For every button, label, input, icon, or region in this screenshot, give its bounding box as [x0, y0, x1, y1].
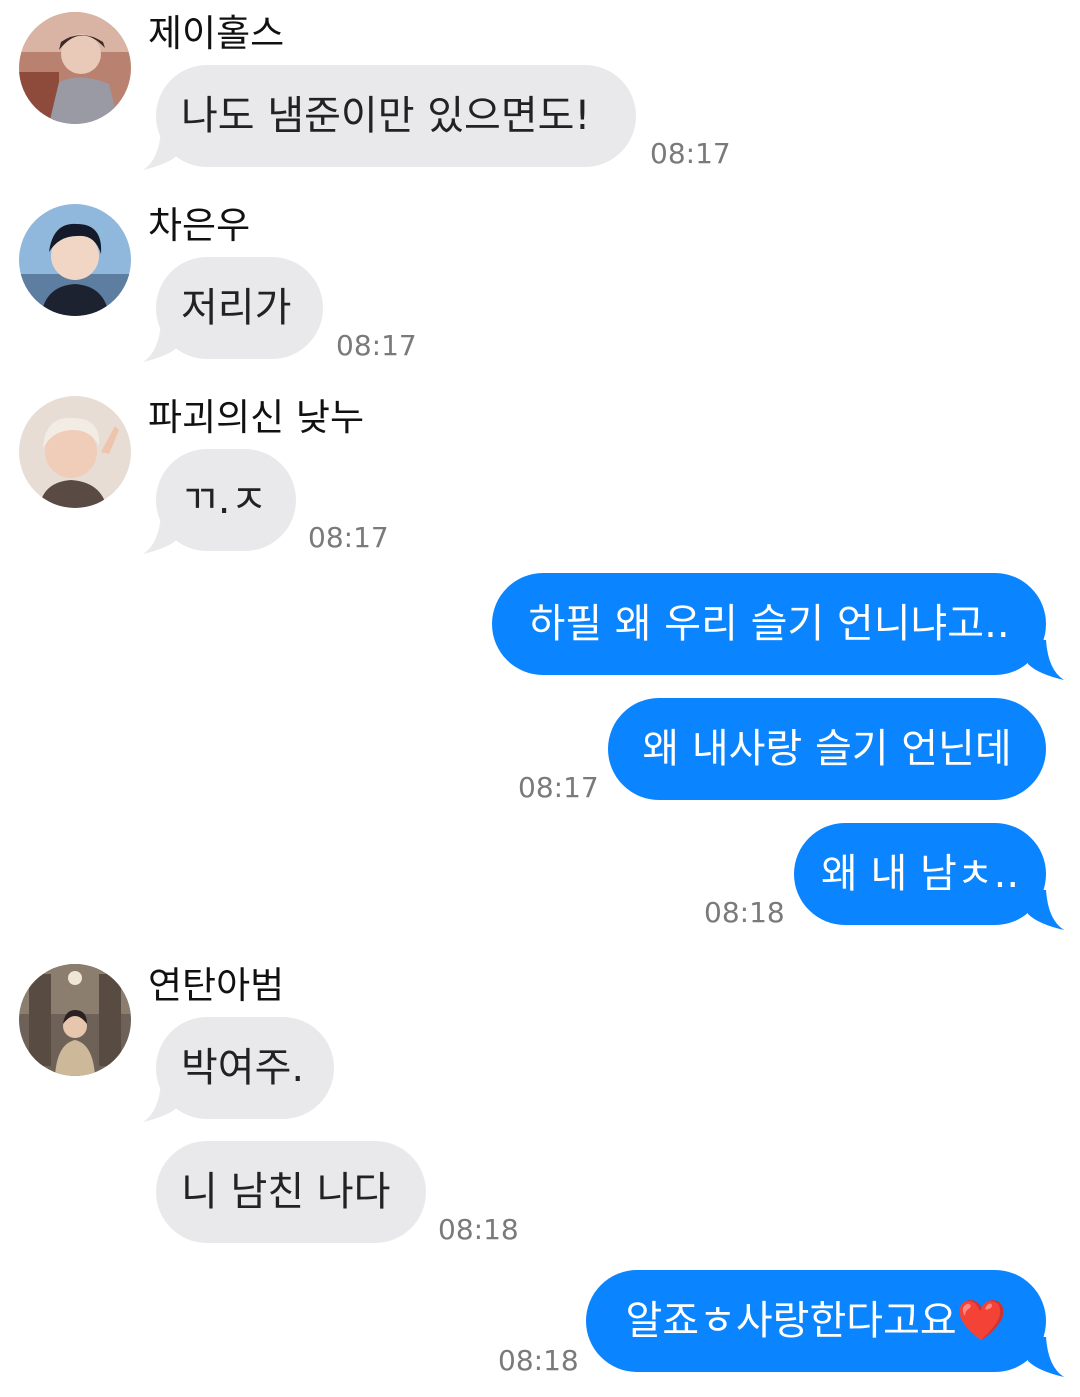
message-bubble-incoming[interactable]: ㄲ.ㅈ — [156, 449, 296, 551]
bubble-tail — [1024, 890, 1064, 930]
message-bubble-incoming[interactable]: 니 남친 나다 — [156, 1141, 426, 1243]
bubble-tail — [1024, 640, 1064, 680]
message-timestamp: 08:17 — [308, 521, 389, 554]
message-text: 왜 내사랑 슬기 언닌데 — [642, 726, 1012, 772]
message-bubble-incoming[interactable]: 박여주. — [156, 1017, 334, 1119]
message-text: 알죠ㅎ사랑한다고요❤️ — [625, 1298, 1007, 1344]
avatar-yeontanappa[interactable] — [19, 964, 131, 1076]
message-text: 박여주. — [181, 1045, 305, 1091]
sender-name: 연탄아범 — [148, 964, 285, 1007]
message-timestamp: 08:18 — [704, 896, 785, 929]
message-timestamp: 08:18 — [498, 1344, 579, 1377]
message-text: 나도 냄준이만 있으면도! — [181, 93, 591, 139]
sender-name: 제이홀스 — [148, 12, 285, 55]
avatar-namjoon[interactable] — [19, 396, 131, 508]
bubble-tail — [1024, 1337, 1064, 1377]
message-bubble-outgoing[interactable]: 왜 내 남ㅊ.. — [794, 823, 1046, 925]
avatar-jayholes[interactable] — [19, 12, 131, 124]
sender-name: 차은우 — [148, 204, 251, 247]
message-timestamp: 08:18 — [438, 1213, 519, 1246]
message-timestamp: 08:17 — [650, 137, 731, 170]
message-text: 니 남친 나다 — [181, 1169, 391, 1215]
message-bubble-incoming[interactable]: 나도 냄준이만 있으면도! — [156, 65, 636, 167]
message-text: 하필 왜 우리 슬기 언니냐고.. — [528, 601, 1010, 647]
message-text: 왜 내 남ㅊ.. — [820, 851, 1020, 897]
message-text: ㄲ.ㅈ — [181, 477, 268, 523]
message-timestamp: 08:17 — [336, 329, 417, 362]
message-bubble-outgoing[interactable]: 왜 내사랑 슬기 언닌데 — [608, 698, 1046, 800]
message-bubble-outgoing[interactable]: 하필 왜 우리 슬기 언니냐고.. — [492, 573, 1046, 675]
message-text: 저리가 — [181, 285, 292, 331]
message-bubble-incoming[interactable]: 저리가 — [156, 257, 323, 359]
sender-name: 파괴의신 낮누 — [148, 396, 365, 439]
message-bubble-outgoing[interactable]: 알죠ㅎ사랑한다고요❤️ — [586, 1270, 1046, 1372]
message-timestamp: 08:17 — [518, 771, 599, 804]
avatar-chaeunwoo[interactable] — [19, 204, 131, 316]
